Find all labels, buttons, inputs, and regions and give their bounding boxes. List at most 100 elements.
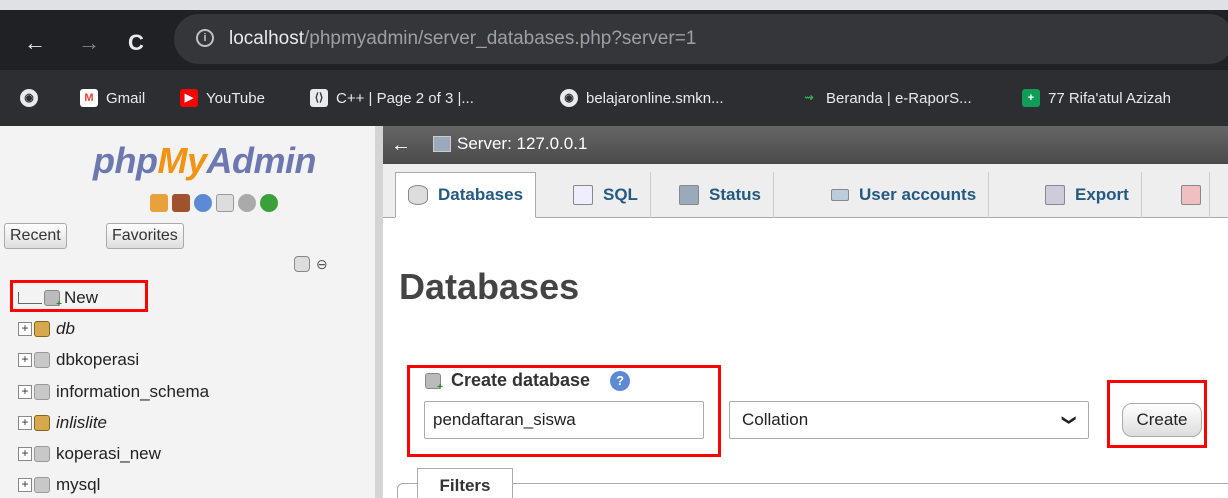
link-icon[interactable]: ⊖ <box>316 256 328 273</box>
plus-icon: + <box>1022 89 1040 107</box>
tree-item-label: koperasi_new <box>56 444 161 463</box>
server-breadcrumb-bar: ← Server: 127.0.0.1 <box>383 126 1228 164</box>
bookmark-youtube[interactable]: ▶ YouTube <box>180 89 265 107</box>
tab-label: SQL <box>603 185 638 204</box>
apps-icon[interactable]: ◉ <box>20 89 38 107</box>
address-bar[interactable]: i localhost/phpmyadmin/server_databases.… <box>174 14 1228 64</box>
window-top-strip <box>0 0 1228 10</box>
logo-my: My <box>157 140 207 181</box>
recent-button[interactable]: Recent <box>4 223 67 249</box>
expand-icon[interactable]: + <box>18 353 32 367</box>
tab-export[interactable]: Export <box>1033 172 1142 218</box>
filters-legend: Filters <box>417 468 513 498</box>
import-icon <box>1181 185 1201 205</box>
database-icon <box>34 446 50 462</box>
expand-icon[interactable]: + <box>18 322 32 336</box>
browser-toolbar: ← → C i localhost/phpmyadmin/server_data… <box>0 10 1228 70</box>
database-icon <box>408 185 428 205</box>
forward-icon[interactable]: → <box>78 32 100 54</box>
bookmark-cpp[interactable]: ⟨⟩ C++ | Page 2 of 3 |... <box>310 89 474 107</box>
bookmarks-bar: ◉ M Gmail ▶ YouTube ⟨⟩ C++ | Page 2 of 3 |.… <box>0 70 1228 126</box>
tree-item-inlislite[interactable]: + inlislite <box>18 411 107 435</box>
database-icon <box>34 384 50 400</box>
back-arrow-icon[interactable]: ← <box>391 134 411 157</box>
top-menu-tabs: Databases SQL Status User accounts Expor… <box>383 164 1228 218</box>
collation-select[interactable]: Collation ❯ <box>729 401 1089 439</box>
gmail-icon: M <box>80 89 98 107</box>
expand-icon[interactable]: + <box>18 416 32 430</box>
tree-item-information-schema[interactable]: + information_schema <box>18 380 209 404</box>
highlight-box-create-database <box>407 365 721 457</box>
server-label: Server: 127.0.0.1 <box>457 134 588 153</box>
tree-item-koperasi-new[interactable]: + koperasi_new <box>18 442 161 466</box>
database-icon <box>34 321 50 337</box>
help-icon[interactable] <box>194 194 212 212</box>
docs-icon[interactable] <box>216 194 234 212</box>
bookmark-label: YouTube <box>206 89 265 107</box>
rapor-icon: ⇝ <box>804 92 814 104</box>
bookmark-label: C++ | Page 2 of 3 |... <box>336 89 474 107</box>
tab-label: Databases <box>438 185 524 204</box>
server-icon <box>433 136 451 152</box>
nav-icon-row <box>150 194 278 212</box>
reload-nav-icon[interactable] <box>260 194 278 212</box>
reload-icon[interactable]: C <box>128 32 144 54</box>
settings-icon[interactable] <box>238 194 256 212</box>
tree-item-mysql[interactable]: + mysql <box>18 473 100 497</box>
bookmark-label: Gmail <box>106 89 146 107</box>
url-host: localhost <box>229 28 304 49</box>
code-icon: ⟨⟩ <box>310 89 328 107</box>
navigation-panel: phpMyAdmin Recent Favorites ⊖ New + db +… <box>0 126 375 498</box>
youtube-icon: ▶ <box>180 89 198 107</box>
tab-sql[interactable]: SQL <box>561 172 651 218</box>
expand-icon[interactable]: + <box>18 447 32 461</box>
bookmark-label: 77 Rifa'atul Azizah <box>1048 89 1171 107</box>
database-icon <box>34 477 50 493</box>
sql-icon <box>573 185 593 205</box>
expand-icon[interactable]: + <box>18 385 32 399</box>
home-icon[interactable] <box>150 194 168 212</box>
tab-databases[interactable]: Databases <box>395 172 537 218</box>
expand-icon[interactable]: + <box>18 478 32 492</box>
tab-user-accounts[interactable]: User accounts <box>819 172 990 218</box>
server-breadcrumb[interactable]: Server: 127.0.0.1 <box>433 134 587 154</box>
info-icon[interactable]: i <box>196 29 214 47</box>
globe-icon: ◉ <box>560 89 578 107</box>
tree-item-label: inlislite <box>56 413 108 432</box>
tab-import-partial[interactable] <box>1173 172 1210 218</box>
user-accounts-icon <box>831 189 849 201</box>
logo-php: php <box>93 140 158 181</box>
logo-admin: Admin <box>206 140 317 181</box>
url-text[interactable]: localhost/phpmyadmin/server_databases.ph… <box>229 28 696 50</box>
tab-status[interactable]: Status <box>667 172 774 218</box>
back-icon[interactable]: ← <box>24 32 46 54</box>
tree-item-label: db <box>56 319 75 338</box>
bookmark-label: belajaronline.smkn... <box>586 89 724 107</box>
status-icon <box>679 185 699 205</box>
filters-fieldset <box>397 483 1228 498</box>
collapse-all-icon[interactable] <box>294 256 310 272</box>
bookmark-label: Beranda | e-RaporS... <box>826 89 972 107</box>
logout-icon[interactable] <box>172 194 190 212</box>
collation-value: Collation <box>742 410 809 429</box>
bookmark-rifaatul[interactable]: +77 Rifa'atul Azizah <box>1022 89 1171 107</box>
bookmark-belajaronline[interactable]: ◉ belajaronline.smkn... <box>560 89 724 107</box>
highlight-box-new <box>10 280 148 312</box>
highlight-box-create-button <box>1107 380 1207 448</box>
tree-item-label: dbkoperasi <box>56 350 140 369</box>
tab-label: Export <box>1075 185 1129 204</box>
database-icon <box>34 352 50 368</box>
tree-item-label: information_schema <box>56 382 210 401</box>
tree-item-dbkoperasi[interactable]: + dbkoperasi <box>18 348 139 372</box>
url-path: /phpmyadmin/server_databases.php?server=… <box>304 28 697 49</box>
bookmark-gmail[interactable]: M Gmail <box>80 89 145 107</box>
export-icon <box>1045 185 1065 205</box>
chevron-down-icon: ❯ <box>1062 414 1079 426</box>
tab-label: User accounts <box>859 185 977 204</box>
panel-divider[interactable] <box>375 126 383 498</box>
bookmark-rapor[interactable]: ⇝ Beranda | e-RaporS... <box>800 89 972 107</box>
tree-item-db[interactable]: + db <box>18 317 75 341</box>
tab-label: Status <box>709 185 761 204</box>
favorites-button[interactable]: Favorites <box>106 223 184 249</box>
phpmyadmin-logo[interactable]: phpMyAdmin <box>93 140 316 182</box>
